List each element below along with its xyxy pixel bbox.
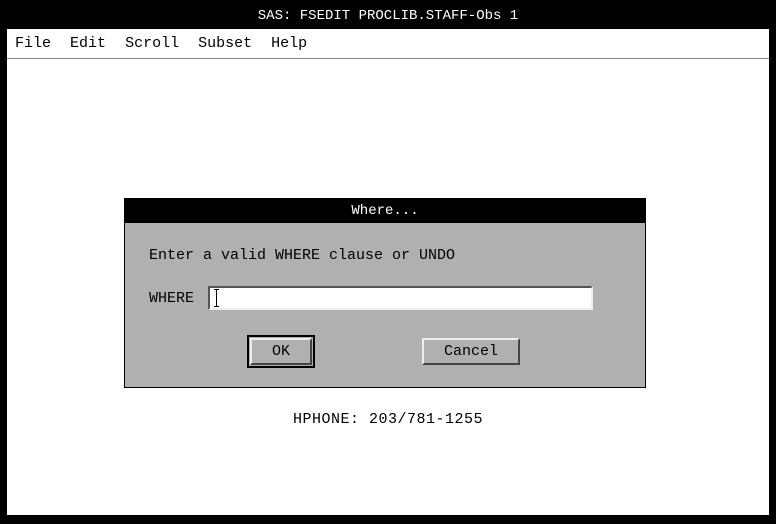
dialog-prompt: Enter a valid WHERE clause or UNDO (149, 247, 621, 264)
menu-file[interactable]: File (15, 35, 51, 52)
menu-help[interactable]: Help (271, 35, 307, 52)
text-cursor-icon (216, 290, 217, 306)
where-label: WHERE (149, 290, 194, 307)
window-title: SAS: FSEDIT PROCLIB.STAFF-Obs 1 (6, 6, 770, 28)
hphone-text: HPHONE: 203/781-1255 (7, 411, 769, 428)
app-window: File Edit Scroll Subset Help HPHONE: 203… (6, 28, 770, 516)
menu-scroll[interactable]: Scroll (125, 35, 179, 52)
where-input[interactable] (208, 286, 593, 310)
application-frame: SAS: FSEDIT PROCLIB.STAFF-Obs 1 File Edi… (0, 0, 776, 524)
menu-bar: File Edit Scroll Subset Help (7, 29, 769, 59)
ok-button[interactable]: OK (250, 338, 312, 365)
cancel-button[interactable]: Cancel (422, 338, 520, 365)
dialog-body: Enter a valid WHERE clause or UNDO WHERE… (125, 223, 645, 387)
menu-subset[interactable]: Subset (198, 35, 252, 52)
menu-edit[interactable]: Edit (70, 35, 106, 52)
button-row: OK Cancel (149, 338, 621, 375)
dialog-title: Where... (125, 199, 645, 223)
content-area: HPHONE: 203/781-1255 Where... Enter a va… (7, 59, 769, 513)
input-row: WHERE (149, 286, 621, 310)
where-dialog: Where... Enter a valid WHERE clause or U… (125, 199, 645, 387)
